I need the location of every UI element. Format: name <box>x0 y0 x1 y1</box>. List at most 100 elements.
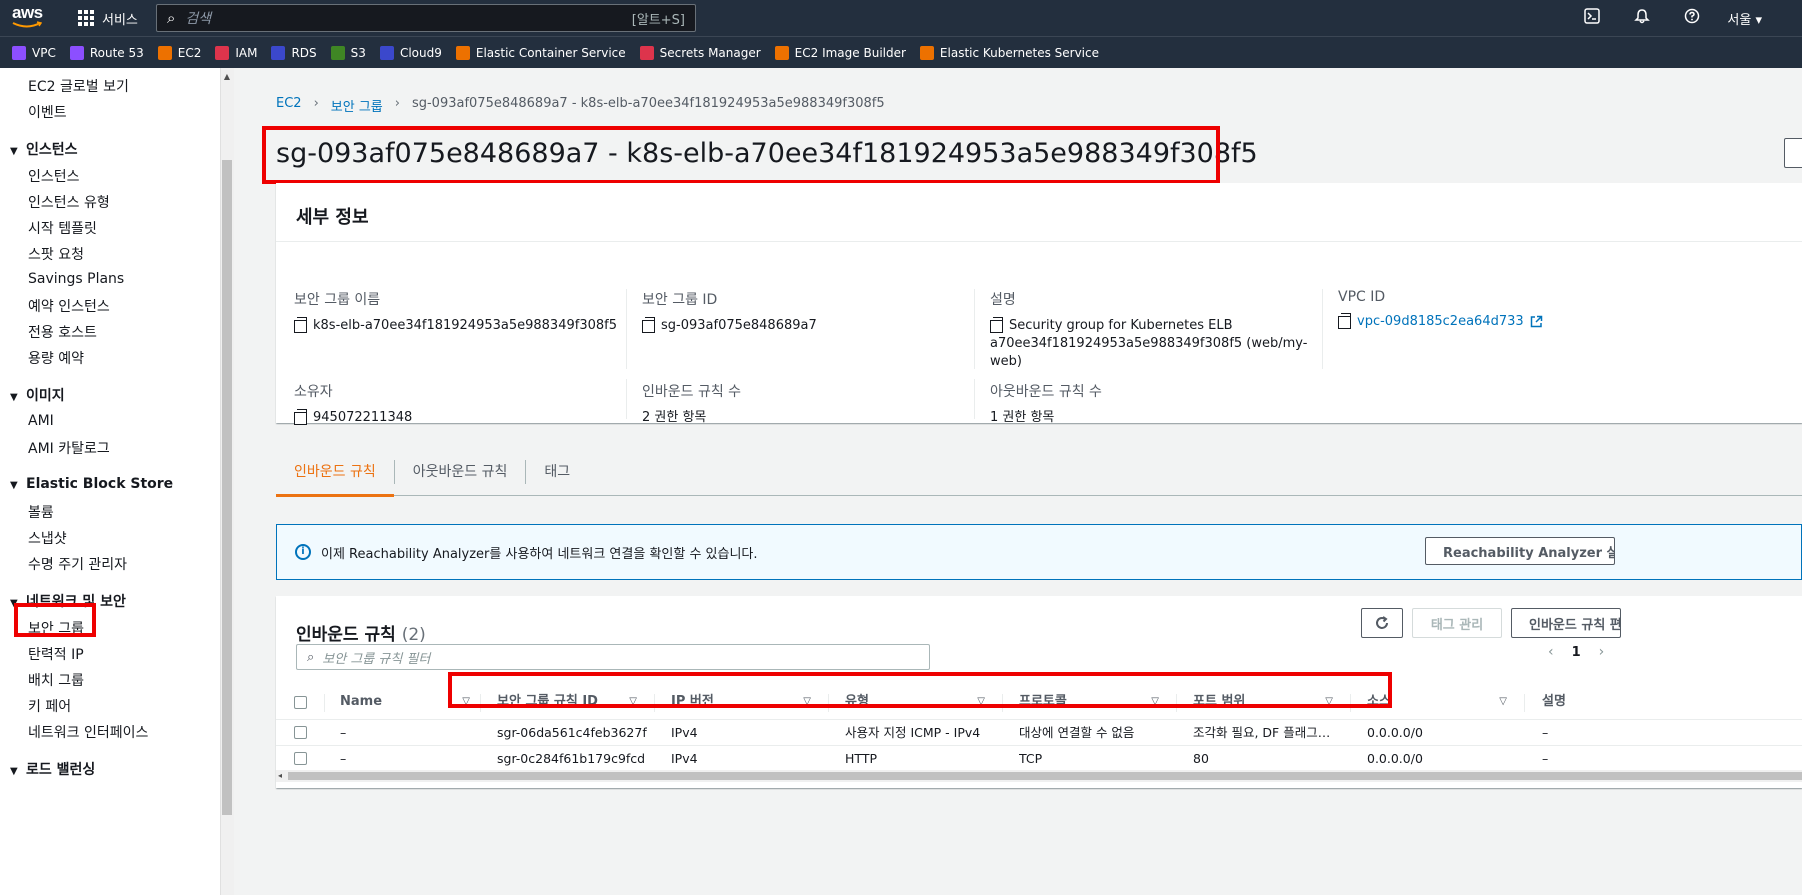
chevron-right-icon[interactable]: › <box>1599 644 1605 660</box>
help-icon[interactable] <box>1667 8 1717 28</box>
tab-outbound-rules[interactable]: 아웃바운드 규칙 <box>395 448 526 496</box>
scrollbar-thumb[interactable] <box>288 772 1802 780</box>
highlight-http-rule-row <box>448 672 1392 708</box>
divider <box>626 379 627 419</box>
search-shortcut: [알트+S] <box>631 12 685 28</box>
service-icon <box>774 45 789 60</box>
vpc-id-field: VPC ID vpc-09d8185c2ea64d733 <box>1338 289 1668 331</box>
favorite-elastic-container-service[interactable]: Elastic Container Service <box>455 45 626 60</box>
search-placeholder: 검색 <box>185 11 212 27</box>
apps-grid-icon <box>78 10 94 26</box>
sidebar-item-dedicated-hosts[interactable]: 전용 호스트 <box>28 322 97 342</box>
region-selector[interactable]: 서울 ▾ <box>1727 9 1762 28</box>
sidebar-item-launch-templates[interactable]: 시작 템플릿 <box>28 218 97 238</box>
sidebar-item-savings-plans[interactable]: Savings Plans <box>28 271 124 287</box>
sidebar-item-volumes[interactable]: 볼륨 <box>28 502 54 522</box>
rules-filter-input[interactable]: ⌕ 보안 그룹 규칙 필터 <box>296 644 930 670</box>
chevron-left-icon[interactable]: ‹ <box>1548 644 1554 660</box>
favorite-rds[interactable]: RDS <box>271 45 317 60</box>
scroll-up-icon[interactable]: ▲ <box>222 72 232 81</box>
cell-port-range: 조각화 필요, DF 플래그… <box>1193 725 1331 740</box>
copy-icon[interactable] <box>642 317 655 333</box>
favorite-ec2-image-builder[interactable]: EC2 Image Builder <box>774 45 906 60</box>
sidebar-item-ami[interactable]: AMI <box>28 413 54 429</box>
service-icon <box>215 45 230 60</box>
refresh-button[interactable] <box>1361 608 1403 638</box>
favorite-vpc[interactable]: VPC <box>12 45 56 60</box>
sidebar-item-ami-catalog[interactable]: AMI 카탈로그 <box>28 438 110 458</box>
filter-placeholder: 보안 그룹 규칙 필터 <box>322 651 431 667</box>
sidebar-item-elastic-ips[interactable]: 탄력적 IP <box>28 644 84 664</box>
row-checkbox[interactable] <box>294 726 307 739</box>
table-row[interactable]: – sgr-06da561c4feb3627f IPv4 사용자 지정 ICMP… <box>276 720 1802 746</box>
details-panel: 세부 정보 보안 그룹 이름 k8s-elb-a70ee34f181924953… <box>276 183 1802 425</box>
services-menu-button[interactable]: 서비스 <box>78 0 138 36</box>
sidebar-item-spot-requests[interactable]: 스팟 요청 <box>28 244 84 264</box>
scroll-left-icon[interactable]: ◂ <box>278 770 282 782</box>
details-header: 세부 정보 <box>296 207 369 228</box>
vpc-id-link[interactable]: vpc-09d8185c2ea64d733 <box>1357 313 1524 331</box>
cell-name: – <box>340 751 347 766</box>
inbound-count-value: 2 권한 항목 <box>642 410 707 425</box>
cell-rule-id[interactable]: sgr-0c284f61b179c9fcd <box>497 746 647 772</box>
edit-inbound-rules-button[interactable]: 인바운드 규칙 편집 <box>1511 608 1621 638</box>
vpc-id-label: VPC ID <box>1338 289 1386 305</box>
sidebar-item-network-interfaces[interactable]: 네트워크 인터페이스 <box>28 722 148 742</box>
copy-icon[interactable] <box>294 409 307 425</box>
breadcrumb-ec2[interactable]: EC2 <box>276 96 302 115</box>
actions-button[interactable] <box>1784 138 1802 168</box>
manage-tags-button[interactable]: 태그 관리 <box>1412 608 1502 638</box>
table-row[interactable]: – sgr-0c284f61b179c9fcd IPv4 HTTP TCP 80… <box>276 746 1802 772</box>
sidebar-section-load-balancing[interactable]: ▼ 로드 밸런싱 <box>10 759 95 779</box>
copy-icon[interactable] <box>1338 313 1351 329</box>
sidebar-item-instance-types[interactable]: 인스턴스 유형 <box>28 192 110 212</box>
favorite-ec2[interactable]: EC2 <box>157 45 201 60</box>
favorite-route-53[interactable]: Route 53 <box>69 45 144 60</box>
notifications-icon[interactable] <box>1617 8 1667 28</box>
chevron-right-icon: › <box>313 96 319 111</box>
sidebar-item-placement-groups[interactable]: 배치 그룹 <box>28 670 84 690</box>
sidebar-item-global-view[interactable]: EC2 글로벌 보기 <box>28 76 129 96</box>
cell-rule-id[interactable]: sgr-06da561c4feb3627f <box>497 720 647 746</box>
global-search-input[interactable]: ⌕ 검색 [알트+S] <box>156 4 696 32</box>
sidebar-item-lifecycle-manager[interactable]: 수명 주기 관리자 <box>28 554 127 574</box>
divider <box>626 289 627 369</box>
sidebar-section-ebs[interactable]: ▼ Elastic Block Store <box>10 476 173 492</box>
inbound-rules-title: 인바운드 규칙 (2) <box>296 625 426 645</box>
aws-logo[interactable]: aws <box>12 4 46 32</box>
select-all-checkbox[interactable] <box>294 696 307 709</box>
service-icon <box>157 45 172 60</box>
favorite-elastic-kubernetes-service[interactable]: Elastic Kubernetes Service <box>919 45 1099 60</box>
favorite-cloud9[interactable]: Cloud9 <box>379 45 442 60</box>
sidebar-scrollbar-thumb[interactable] <box>222 160 232 815</box>
sidebar-item-events[interactable]: 이벤트 <box>28 102 67 122</box>
favorite-iam[interactable]: IAM <box>215 45 257 60</box>
breadcrumb-security-groups[interactable]: 보안 그룹 <box>331 96 383 115</box>
top-navigation: aws 서비스 ⌕ 검색 [알트+S] 서울 ▾ <box>0 0 1802 36</box>
sidebar-section-images[interactable]: ▼ 이미지 <box>10 385 65 405</box>
table-horizontal-scrollbar[interactable]: ◂ <box>276 770 1802 782</box>
copy-icon[interactable] <box>990 317 1003 333</box>
main-content: EC2 › 보안 그룹 › sg-093af075e848689a7 - k8s… <box>236 68 1802 895</box>
inbound-count-label: 인바운드 규칙 수 <box>642 384 742 400</box>
page-number[interactable]: 1 <box>1572 645 1581 660</box>
favorite-secrets-manager[interactable]: Secrets Manager <box>639 45 761 60</box>
sidebar-item-snapshots[interactable]: 스냅샷 <box>28 528 67 548</box>
reachability-analyzer-button[interactable]: Reachability Analyzer 실행 <box>1425 537 1615 565</box>
sidebar-item-capacity-reservations[interactable]: 용량 예약 <box>28 348 84 368</box>
tab-inbound-rules[interactable]: 인바운드 규칙 <box>276 448 394 497</box>
sidebar-item-key-pairs[interactable]: 키 페어 <box>28 696 71 716</box>
cloudshell-icon[interactable] <box>1567 8 1617 28</box>
tab-tags[interactable]: 태그 <box>526 448 588 496</box>
col-description[interactable]: 설명 <box>1542 684 1662 720</box>
sidebar-section-instances[interactable]: ▼ 인스턴스 <box>10 139 78 159</box>
favorite-s3[interactable]: S3 <box>330 45 366 60</box>
caret-down-icon: ▼ <box>10 480 18 491</box>
sidebar-item-instances[interactable]: 인스턴스 <box>28 166 80 186</box>
cell-description: – <box>1542 725 1549 740</box>
external-link-icon[interactable] <box>1530 315 1543 328</box>
copy-icon[interactable] <box>294 317 307 333</box>
sidebar-item-reserved-instances[interactable]: 예약 인스턴스 <box>28 296 110 316</box>
row-checkbox[interactable] <box>294 752 307 765</box>
service-icon <box>271 45 286 60</box>
